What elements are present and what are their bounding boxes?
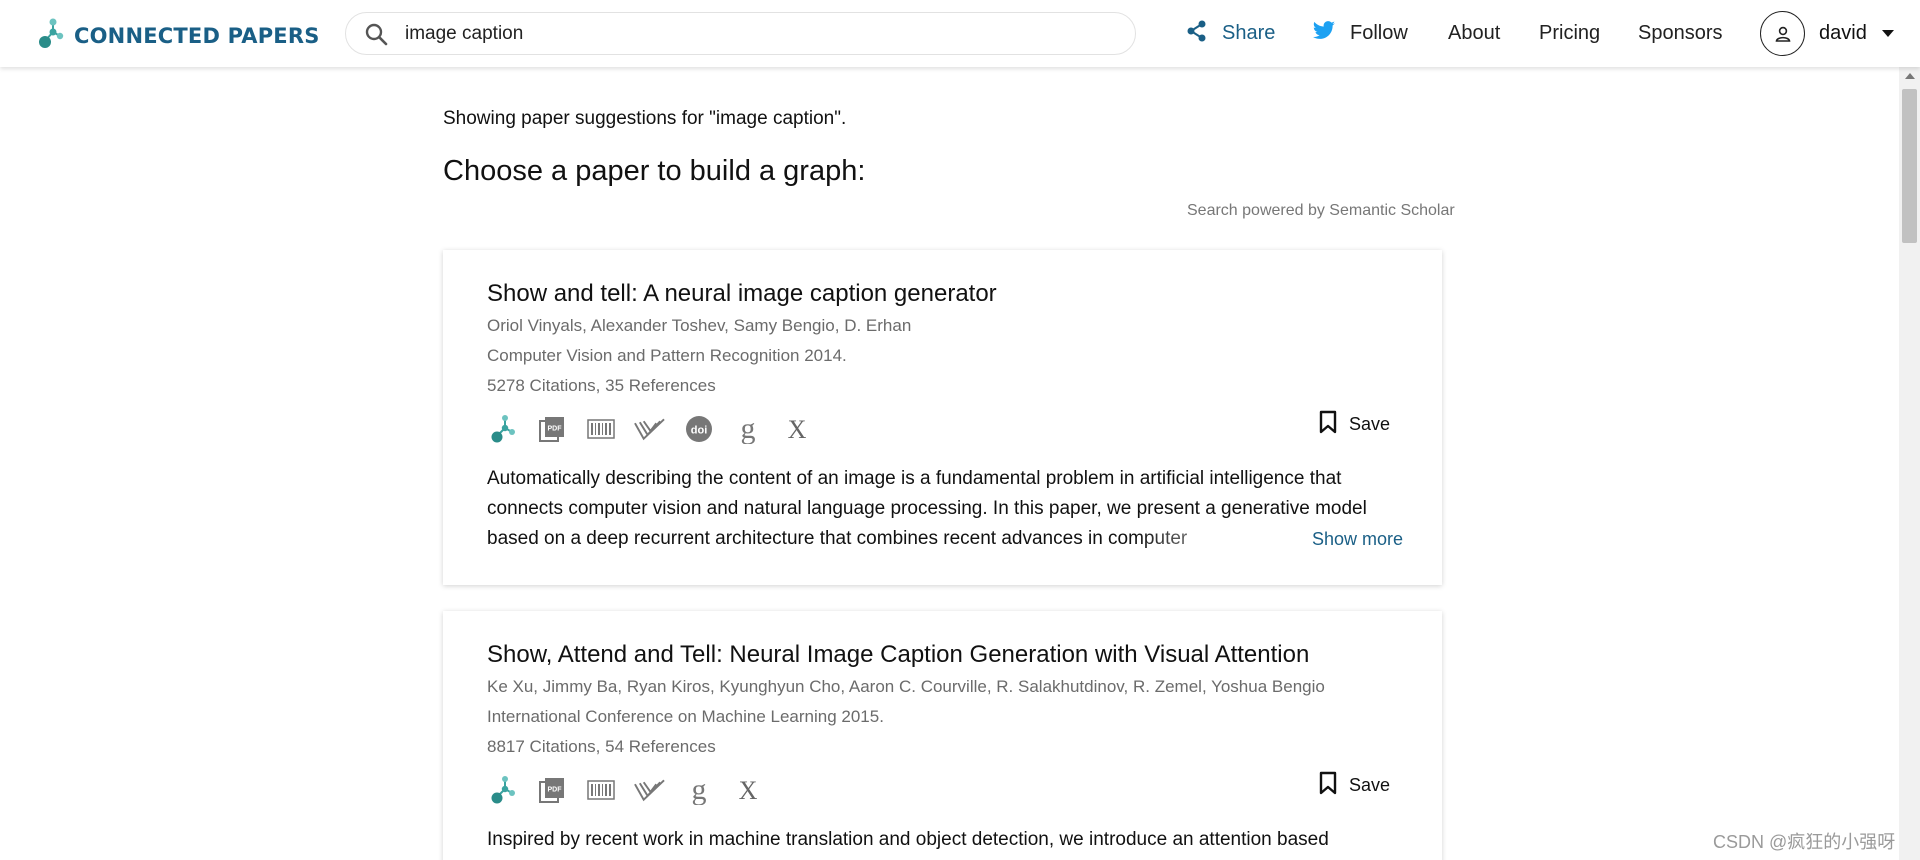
user-icon [1775,26,1790,42]
doi-icon[interactable]: doi [683,413,714,444]
svg-text:doi: doi [690,424,707,436]
paper-links: PDF g X [487,774,763,805]
pricing-link[interactable]: Pricing [1539,0,1600,67]
sponsors-link[interactable]: Sponsors [1638,0,1723,67]
svg-text:PDF: PDF [547,425,562,432]
follow-link[interactable]: Follow [1312,0,1408,67]
paper-authors: Oriol Vinyals, Alexander Toshev, Samy Be… [487,316,912,335]
paper-card[interactable]: Show, Attend and Tell: Neural Image Capt… [443,611,1442,860]
semantic-scholar-icon[interactable] [634,413,665,444]
svg-text:PDF: PDF [547,786,562,793]
google-scholar-icon[interactable]: g [732,413,763,444]
paper-venue: Computer Vision and Pattern Recognition … [487,346,847,365]
pdf-icon[interactable]: PDF [536,413,567,444]
paper-venue: International Conference on Machine Lear… [487,707,884,726]
scroll-up-arrow-icon[interactable] [1905,73,1915,79]
svg-text:g: g [740,414,755,444]
save-label: Save [1349,775,1391,795]
google-scholar-icon[interactable]: g [683,774,714,805]
save-button[interactable]: Save [1319,410,1390,439]
powered-by-note: Search powered by Semantic Scholar [1187,202,1455,219]
svg-text:X: X [787,417,806,441]
brand-name: CONNECTED PAPERS [74,23,320,48]
svg-text:X: X [738,778,757,802]
paper-card[interactable]: Show and tell: A neural image caption ge… [443,250,1442,585]
user-menu[interactable]: david [1760,11,1895,56]
chevron-down-icon [1881,22,1895,45]
share-icon [1186,20,1208,48]
barcode-icon[interactable] [585,774,616,805]
search-summary: Showing paper suggestions for "image cap… [443,108,847,129]
connected-papers-icon[interactable] [487,413,518,444]
connected-papers-logo-icon [38,17,64,54]
paper-abstract: Inspired by recent work in machine trans… [487,829,1329,850]
save-label: Save [1349,414,1391,434]
x-icon[interactable]: X [781,413,812,444]
x-icon[interactable]: X [732,774,763,805]
barcode-icon[interactable] [585,413,616,444]
connected-papers-icon[interactable] [487,774,518,805]
pdf-icon[interactable]: PDF [536,774,567,805]
follow-label: Follow [1350,22,1408,44]
scroll-thumb[interactable] [1902,89,1917,243]
share-label: Share [1222,22,1276,44]
paper-links: PDF doi g X [487,413,812,444]
paper-authors: Ke Xu, Jimmy Ba, Ryan Kiros, Kyunghyun C… [487,677,1325,696]
page-title: Choose a paper to build a graph: [443,155,866,187]
search-bar [345,12,1136,55]
scrollbar[interactable] [1899,67,1920,860]
paper-citations: 5278 Citations, 35 References [487,376,716,395]
bookmark-icon [1319,410,1337,439]
paper-citations: 8817 Citations, 54 References [487,737,716,756]
search-input[interactable] [405,22,1105,45]
about-link[interactable]: About [1448,0,1500,67]
share-link[interactable]: Share [1186,0,1275,67]
avatar [1760,11,1805,56]
svg-text:g: g [691,775,706,805]
show-more-link[interactable]: Show more [1312,529,1403,550]
semantic-scholar-icon[interactable] [634,774,665,805]
top-navbar: CONNECTED PAPERS Share [0,0,1920,67]
save-button[interactable]: Save [1319,771,1390,800]
abstract-fade [1136,524,1306,554]
watermark: CSDN @疯狂的小强呀 [1713,832,1896,852]
twitter-icon [1312,20,1336,47]
search-icon [361,19,391,49]
paper-title[interactable]: Show and tell: A neural image caption ge… [487,280,997,308]
paper-title[interactable]: Show, Attend and Tell: Neural Image Capt… [487,641,1309,669]
bookmark-icon [1319,771,1337,800]
logo[interactable]: CONNECTED PAPERS [38,17,320,54]
user-name: david [1819,22,1867,44]
